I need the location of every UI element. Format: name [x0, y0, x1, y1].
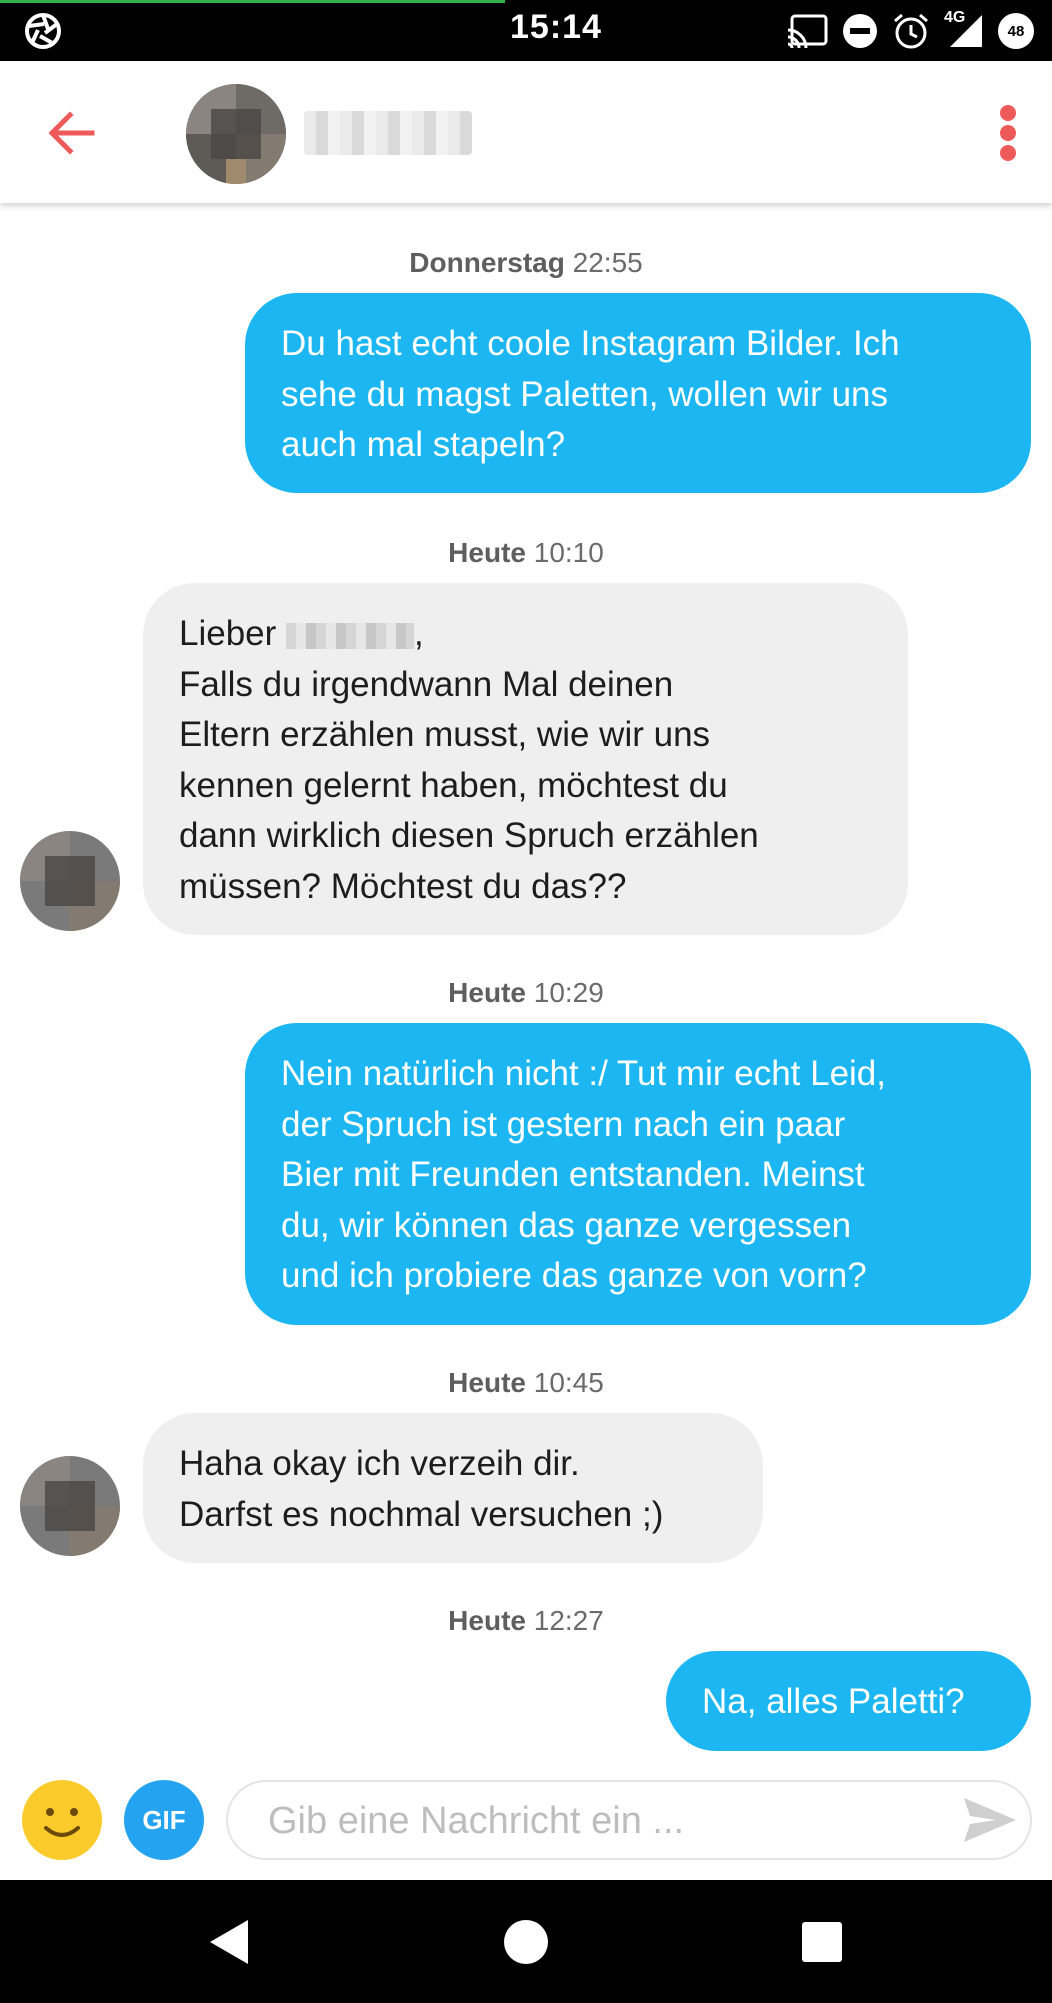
message-line: dann wirklich diesen Spruch erzählen [179, 816, 759, 855]
message-input-container [226, 1780, 1032, 1860]
outgoing-message[interactable]: Na, alles Paletti? [666, 1651, 1031, 1751]
message-line: Nein natürlich nicht :/ Tut mir echt Lei… [281, 1054, 886, 1093]
gif-button[interactable]: GIF [124, 1780, 204, 1860]
message-timestamp: Heute 10:29 [448, 977, 604, 1008]
loading-progress-bar [0, 0, 505, 3]
incoming-message[interactable]: Lieber , Falls du irgendwann Mal deinen … [143, 583, 908, 935]
outgoing-message[interactable]: Nein natürlich nicht :/ Tut mir echt Lei… [245, 1023, 1031, 1325]
back-triangle-icon[interactable] [204, 1916, 256, 1968]
message-line: Darfst es nochmal versuchen ;) [179, 1494, 664, 1534]
cast-icon [787, 14, 828, 48]
chat-header [0, 61, 1052, 203]
message-line: Eltern erzählen musst, wie wir uns [179, 715, 711, 754]
alarm-icon [894, 13, 928, 49]
message-line: Haha okay ich verzeih dir. [179, 1444, 580, 1483]
aperture-icon [25, 13, 61, 49]
recents-square-icon[interactable] [796, 1916, 848, 1968]
message-line: Bier mit Freunden entstanden. Meinst [281, 1155, 865, 1194]
message-line: und ich probiere das ganze von vorn? [281, 1256, 867, 1295]
message-line: Falls du irgendwann Mal deinen [179, 664, 674, 704]
message-line-text: Lieber [179, 614, 277, 653]
redacted-name [286, 622, 415, 649]
status-bar: 15:14 4G 48 [0, 0, 1052, 61]
message-list[interactable]: Donnerstag 22:55 Du hast echt coole Inst… [0, 203, 1052, 1770]
message-composer: GIF [0, 1770, 1052, 1880]
contact-avatar-small[interactable] [20, 1456, 120, 1556]
message-line: sehe du magst Paletten, wollen wir uns [281, 374, 888, 414]
message-line: Du hast echt coole Instagram Bilder. Ich [281, 324, 900, 363]
clock: 15:14 [510, 8, 602, 46]
message-input[interactable] [266, 1790, 950, 1852]
message-line: Na, alles Paletti? [702, 1682, 965, 1721]
more-vertical-icon[interactable] [988, 101, 1028, 165]
do-not-disturb-icon [843, 14, 877, 48]
battery-icon: 48 [998, 13, 1034, 49]
incoming-message[interactable]: Haha okay ich verzeih dir. Darfst es noc… [143, 1413, 763, 1563]
message-line: Lieber , [179, 614, 424, 653]
message-line: kennen gelernt haben, möchtest du [179, 765, 728, 805]
message-timestamp: Donnerstag 22:55 [409, 247, 643, 278]
message-line: auch mal stapeln? [281, 425, 566, 464]
message-line: der Spruch ist gestern nach ein paar [281, 1104, 846, 1144]
message-line: müssen? Möchtest du das?? [179, 866, 627, 906]
arrow-left-icon[interactable] [44, 105, 100, 161]
message-timestamp: Heute 12:27 [448, 1605, 604, 1636]
contact-avatar-small[interactable] [20, 831, 120, 931]
contact-avatar[interactable] [186, 84, 286, 184]
message-timestamp: Heute 10:45 [448, 1367, 604, 1398]
message-timestamp: Heute 10:10 [448, 537, 604, 568]
system-navigation-bar [0, 1880, 1052, 2003]
home-circle-icon[interactable] [500, 1916, 552, 1968]
smiley-icon[interactable] [22, 1780, 102, 1860]
contact-name-redacted [304, 111, 472, 155]
battery-level: 48 [1007, 22, 1025, 40]
outgoing-message[interactable]: Du hast echt coole Instagram Bilder. Ich… [245, 293, 1031, 493]
status-icons: 4G 48 [786, 9, 1034, 52]
send-icon[interactable] [962, 1796, 1018, 1844]
signal-icon: 4G [944, 9, 984, 49]
message-line: du, wir können das ganze vergessen [281, 1205, 852, 1245]
